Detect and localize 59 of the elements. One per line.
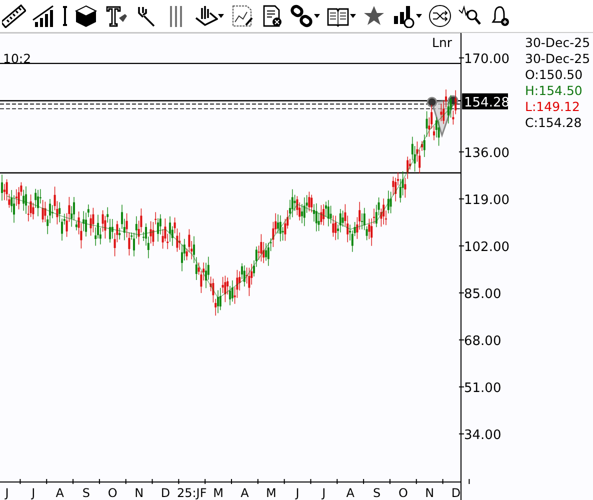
axis-label: 85.00 <box>464 286 502 302</box>
chain-link-icon <box>290 4 314 28</box>
chart-document-icon <box>230 4 254 28</box>
axis-label: J <box>322 486 326 500</box>
caret-icon <box>416 14 422 18</box>
shuffle-tool[interactable] <box>428 3 452 29</box>
axis-label: J <box>5 486 9 500</box>
caret-icon <box>314 14 320 18</box>
text-pen-icon <box>104 4 128 28</box>
chain-link-tool[interactable] <box>290 3 320 29</box>
price-value: H:154.50 <box>525 83 584 99</box>
axis-label: A <box>346 486 354 500</box>
price-value: O:150.50 <box>525 67 584 83</box>
axis-label: A <box>56 486 64 500</box>
axis-label: 51.00 <box>464 380 502 396</box>
axis-label: S <box>372 486 381 500</box>
axis-label: J <box>32 486 36 500</box>
axis-label: N <box>425 486 434 500</box>
axis-label: M <box>266 486 276 500</box>
chart-document-tool[interactable] <box>230 3 254 29</box>
axis-label: O <box>398 486 408 500</box>
hand-drawing-icon <box>194 4 218 28</box>
star-icon <box>362 4 386 28</box>
cube-tool[interactable] <box>74 3 98 29</box>
hand-drawing-tool[interactable] <box>194 3 224 29</box>
caret-icon <box>218 14 224 18</box>
axis-label: 25:JF <box>177 486 207 500</box>
date-label: 30-Dec-25 <box>525 51 590 67</box>
axis-label: 170.00 <box>464 52 510 67</box>
text-cursor-tool[interactable] <box>62 3 68 29</box>
interval-label: 10:2 <box>3 51 32 66</box>
caret-icon <box>350 14 356 18</box>
price-value: L:149.12 <box>525 99 581 115</box>
axis-label: 119.00 <box>464 192 510 208</box>
bar-chart-icon <box>392 4 416 28</box>
date-label: 30-Dec-25 <box>525 35 590 51</box>
scale-label: Lnr <box>432 35 452 50</box>
axis-label: 68.00 <box>464 334 502 349</box>
axis-label: 34.00 <box>464 428 502 443</box>
ruler-icon <box>2 4 26 28</box>
signal-bars-icon <box>32 4 56 28</box>
text-cursor-icon <box>62 6 68 26</box>
price-value: C:154.28 <box>525 115 583 131</box>
axis-label: N <box>134 486 144 500</box>
axis-label: 136.00 <box>464 146 510 161</box>
cube-icon <box>74 4 98 28</box>
axis-label: O <box>108 486 118 500</box>
shuffle-icon <box>428 4 452 28</box>
axis-label: D <box>451 486 461 500</box>
axis-label: D <box>160 486 170 500</box>
axis-label: A <box>240 486 249 500</box>
bar-chart-tool[interactable] <box>392 3 422 29</box>
ruler-tool[interactable] <box>2 3 26 29</box>
axis-label: M <box>213 486 224 500</box>
axis-label: 102.00 <box>464 240 510 255</box>
axis-label: J <box>296 486 300 500</box>
axis-label: S <box>82 486 90 500</box>
price-label: 154.28 <box>462 93 510 110</box>
signal-bars-tool[interactable] <box>32 3 56 29</box>
